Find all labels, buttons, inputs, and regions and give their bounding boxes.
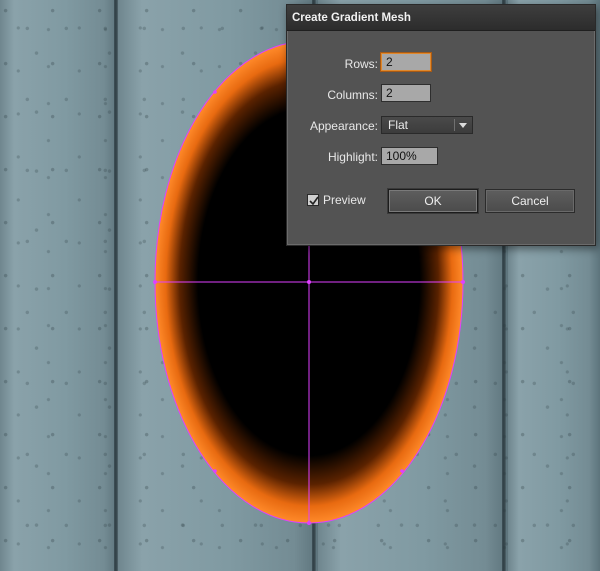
mesh-anchor-point[interactable]: [307, 521, 311, 525]
mesh-handle-point[interactable]: [213, 90, 217, 94]
document-canvas[interactable]: Create Gradient Mesh Rows: 2 Columns: 2 …: [0, 0, 600, 571]
mesh-anchor-point[interactable]: [461, 280, 465, 284]
chevron-down-icon: [459, 123, 467, 128]
ok-button[interactable]: OK: [388, 189, 478, 213]
mesh-anchor-point[interactable]: [307, 280, 311, 284]
appearance-selected-value: Flat: [388, 118, 409, 132]
highlight-label: Highlight:: [327, 150, 378, 164]
columns-label: Columns:: [327, 88, 378, 102]
appearance-dropdown[interactable]: Flat: [381, 116, 473, 134]
highlight-input[interactable]: 100%: [381, 147, 438, 165]
cancel-button[interactable]: Cancel: [485, 189, 575, 213]
dropdown-separator: [454, 119, 455, 131]
mesh-handle-point[interactable]: [213, 469, 217, 473]
rows-label: Rows:: [344, 57, 378, 71]
mesh-handle-point[interactable]: [400, 469, 404, 473]
checkmark-icon: [309, 196, 319, 206]
mesh-anchor-point[interactable]: [153, 280, 157, 284]
columns-input[interactable]: 2: [381, 84, 431, 102]
create-gradient-mesh-dialog: Create Gradient Mesh Rows: 2 Columns: 2 …: [286, 4, 596, 246]
appearance-label: Appearance:: [309, 119, 378, 133]
rows-input[interactable]: 2: [381, 53, 431, 71]
preview-checkbox[interactable]: [307, 194, 319, 206]
dialog-title[interactable]: Create Gradient Mesh: [287, 5, 595, 31]
preview-label[interactable]: Preview: [323, 193, 366, 207]
